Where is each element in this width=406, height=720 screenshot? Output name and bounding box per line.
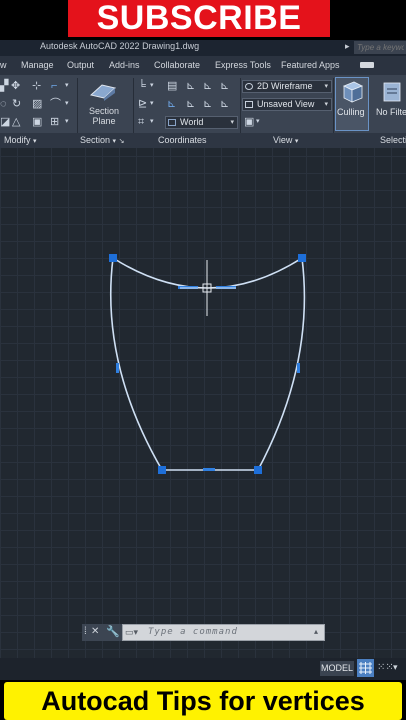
named-view-icon xyxy=(245,101,253,108)
modify-panel-text: Modify xyxy=(4,135,31,145)
ucs-object-icon[interactable]: ⊾ xyxy=(186,98,195,110)
command-input[interactable]: Type a command xyxy=(148,627,238,637)
subscribe-banner: SUBSCRIBE xyxy=(68,0,330,37)
chevron-down-icon: ▾ xyxy=(324,83,328,90)
ucs-world-icon[interactable]: ▤ xyxy=(167,80,177,92)
crosshair-cursor-icon xyxy=(180,260,236,316)
keyword-search-input[interactable] xyxy=(354,41,406,54)
drawing-layer[interactable] xyxy=(0,148,406,658)
offset-icon[interactable]: △ xyxy=(12,116,20,128)
grid-icon xyxy=(359,662,372,674)
vertex-grip[interactable] xyxy=(254,466,262,474)
culling-label: Culling xyxy=(337,107,365,117)
section-plane-icon[interactable] xyxy=(88,79,118,101)
fillet-dropdown-icon[interactable]: ▾ xyxy=(65,80,69,92)
ribbon-tab-bar xyxy=(0,56,406,75)
ucs-named-icon[interactable]: ⊵ xyxy=(138,98,147,110)
ucs-icon-toggle[interactable]: ⌗ xyxy=(138,116,144,128)
tab-output[interactable]: Output xyxy=(67,60,94,70)
ucs-previous-icon[interactable]: ⊾ xyxy=(186,80,195,92)
bottom-midpoint-grip[interactable] xyxy=(203,468,215,471)
move-icon[interactable]: ✥ xyxy=(11,80,20,92)
search-chevron-icon[interactable]: ▸ xyxy=(345,41,350,52)
scale-icon[interactable]: ◪ xyxy=(0,116,10,128)
visual-style-icon xyxy=(245,83,253,90)
ucs-origin-icon[interactable]: ⊾ xyxy=(203,80,212,92)
tab-add-ins[interactable]: Add-ins xyxy=(109,60,140,70)
grid-array-icon[interactable]: ⊞ xyxy=(50,116,59,128)
named-view-select[interactable]: Unsaved View ▾ xyxy=(242,98,332,111)
grip-handle-icon[interactable]: ⁞ xyxy=(84,626,87,637)
coordinates-panel-label[interactable]: Coordinates xyxy=(158,135,207,145)
vertex-grip[interactable] xyxy=(109,254,117,262)
selection-panel-label[interactable]: Selecti xyxy=(380,135,406,145)
culling-cube-icon xyxy=(343,81,363,103)
vertex-grip[interactable] xyxy=(158,466,166,474)
model-space-button[interactable]: MODEL xyxy=(320,661,354,676)
no-filter-label[interactable]: No Filte xyxy=(376,107,406,117)
ucs-view-icon[interactable]: ⊾ xyxy=(167,98,176,110)
window-title: Autodesk AutoCAD 2022 Drawing1.dwg xyxy=(40,41,200,51)
tab-options-icon[interactable] xyxy=(360,62,374,68)
trim-icon[interactable]: ⊹ xyxy=(32,80,41,92)
rotate-icon[interactable]: ◌ xyxy=(0,98,7,110)
close-icon[interactable]: ✕ xyxy=(91,626,99,637)
array-icon[interactable]: ▣ xyxy=(32,116,42,128)
mirror-icon[interactable]: ▨ xyxy=(32,98,42,110)
command-history-icon[interactable]: ▭▾ xyxy=(125,627,138,638)
viewport-dropdown-icon[interactable]: ▾ xyxy=(256,116,260,128)
vertex-grip[interactable] xyxy=(298,254,306,262)
chevron-down-icon: ▾ xyxy=(294,138,299,145)
side-midpoint-grip[interactable] xyxy=(116,363,119,373)
ucs-face-icon[interactable]: ⊾ xyxy=(203,98,212,110)
copy-icon[interactable]: ↻ xyxy=(12,98,21,110)
world-swatch-icon xyxy=(168,119,176,126)
ucs-named-dropdown-icon[interactable]: ▾ xyxy=(150,98,154,110)
panel-dialog-launcher-icon[interactable]: ↘ xyxy=(119,138,125,145)
chevron-down-icon: ▾ xyxy=(230,119,234,126)
tab-featured-apps[interactable]: Featured Apps xyxy=(281,60,340,70)
no-filter-icon[interactable] xyxy=(381,80,403,104)
chamfer-icon[interactable]: ⌒ xyxy=(50,98,61,110)
tab-manage[interactable]: Manage xyxy=(21,60,54,70)
ucs-world-value: World xyxy=(180,117,204,127)
side-midpoint-grip[interactable] xyxy=(297,363,300,373)
modify-panel-label[interactable]: Modify ▾ xyxy=(4,135,37,145)
section-plane-button[interactable]: Section Plane xyxy=(89,106,119,126)
polyline-shape[interactable] xyxy=(109,257,306,471)
array-dropdown-icon[interactable]: ▾ xyxy=(65,116,69,128)
named-view-value: Unsaved View xyxy=(257,99,315,109)
chevron-down-icon: ▾ xyxy=(33,138,37,145)
chevron-down-icon: ▾ xyxy=(324,101,328,108)
ucs-3point-icon[interactable]: ⊾ xyxy=(220,98,229,110)
command-history-dropdown-icon[interactable]: ▴ xyxy=(314,627,318,636)
ucs-icon-dropdown-icon[interactable]: ▾ xyxy=(150,116,154,128)
tab-express-tools[interactable]: Express Tools xyxy=(215,60,271,70)
section-plane-label: Section Plane xyxy=(89,106,120,126)
visual-style-select[interactable]: 2D Wireframe ▾ xyxy=(242,80,332,93)
section-panel-label[interactable]: Section ▾ ↘ xyxy=(80,135,124,145)
customize-wrench-icon[interactable]: 🔧 xyxy=(106,625,120,638)
grid-toggle-button[interactable] xyxy=(357,659,374,677)
view-panel-text: View xyxy=(273,135,293,145)
video-caption: Autocad Tips for vertices xyxy=(4,682,402,720)
ucs-icon[interactable]: ╘ xyxy=(138,80,146,92)
ucs-z-axis-icon[interactable]: ⊾ xyxy=(220,80,229,92)
fillet-icon[interactable]: ⌐ xyxy=(51,80,57,92)
viewport-config-icon[interactable]: ▣ xyxy=(244,116,254,128)
tab-view[interactable]: w xyxy=(0,60,7,70)
section-panel-text: Section xyxy=(80,135,111,145)
chevron-down-icon: ▾ xyxy=(112,138,117,145)
stretch-icon[interactable]: ▞ xyxy=(0,80,8,92)
ucs-dropdown-icon[interactable]: ▾ xyxy=(150,80,154,92)
snap-mode-icon[interactable]: ⁙⁙ xyxy=(377,662,394,673)
snap-dropdown-icon[interactable]: ▾ xyxy=(393,662,398,673)
tab-collaborate[interactable]: Collaborate xyxy=(154,60,200,70)
ucs-world-select[interactable]: World ▾ xyxy=(165,116,238,129)
culling-button[interactable] xyxy=(335,77,369,131)
chamfer-dropdown-icon[interactable]: ▾ xyxy=(65,98,69,110)
view-panel-label[interactable]: View ▾ xyxy=(273,135,298,145)
visual-style-value: 2D Wireframe xyxy=(257,81,313,91)
